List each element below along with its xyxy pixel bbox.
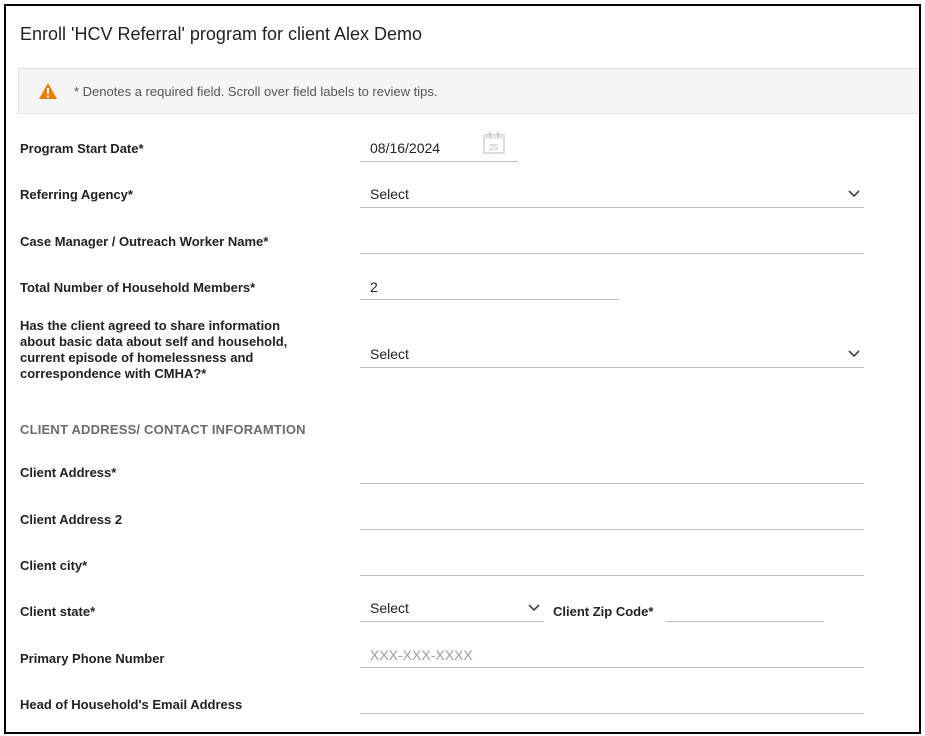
household-members-label: Total Number of Household Members* (20, 280, 256, 295)
client-address-label: Client Address* (20, 465, 117, 480)
client-city-input[interactable] (360, 550, 864, 576)
calendar-day-number: 25 (490, 143, 499, 152)
chevron-down-icon (848, 190, 860, 198)
client-address2-input[interactable] (360, 504, 864, 530)
program-start-date-label: Program Start Date* (20, 141, 144, 156)
client-zip-input[interactable] (666, 596, 824, 622)
case-manager-label: Case Manager / Outreach Worker Name* (20, 234, 269, 249)
referring-agency-label: Referring Agency* (20, 187, 133, 202)
required-notice-text: * Denotes a required field. Scroll over … (74, 84, 438, 99)
consent-label-line: correspondence with CMHA?* (20, 366, 207, 381)
consent-label-line: Has the client agreed to share informati… (20, 318, 281, 333)
warning-icon (39, 83, 57, 99)
client-state-label: Client state* (20, 604, 96, 619)
consent-value: Select (370, 346, 409, 362)
primary-phone-placeholder: XXX-XXX-XXXX (370, 647, 473, 663)
calendar-icon[interactable]: 25 (482, 131, 506, 155)
chevron-down-icon (848, 350, 860, 358)
contact-section-heading: CLIENT ADDRESS/ CONTACT INFORAMTION (20, 422, 306, 437)
client-zip-label: Client Zip Code* (553, 604, 654, 619)
referring-agency-select[interactable]: Select (360, 182, 864, 208)
household-members-input[interactable]: 2 (360, 274, 619, 300)
primary-phone-label: Primary Phone Number (20, 651, 165, 666)
consent-select[interactable]: Select (360, 342, 864, 368)
primary-phone-input[interactable]: XXX-XXX-XXXX (360, 642, 864, 668)
consent-question-label: Has the client agreed to share informati… (20, 318, 287, 382)
client-state-select[interactable]: Select (360, 596, 544, 622)
required-notice-banner: * Denotes a required field. Scroll over … (18, 68, 919, 114)
referring-agency-value: Select (370, 186, 409, 202)
enrollment-form: Enroll 'HCV Referral' program for client… (4, 4, 921, 734)
email-input[interactable] (360, 688, 864, 714)
page-title: Enroll 'HCV Referral' program for client… (20, 24, 423, 44)
client-city-label: Client city* (20, 558, 88, 573)
client-address2-label: Client Address 2 (20, 512, 123, 527)
household-members-value: 2 (370, 279, 378, 295)
client-address-input[interactable] (360, 458, 864, 484)
chevron-down-icon (528, 604, 540, 612)
program-start-date-value: 08/16/2024 (370, 140, 441, 156)
consent-label-line: about basic data about self and househol… (20, 334, 288, 349)
client-state-value: Select (370, 600, 409, 616)
case-manager-input[interactable] (360, 228, 864, 254)
email-label: Head of Household's Email Address (20, 697, 243, 712)
consent-label-line: current episode of homelessness and (20, 350, 254, 365)
